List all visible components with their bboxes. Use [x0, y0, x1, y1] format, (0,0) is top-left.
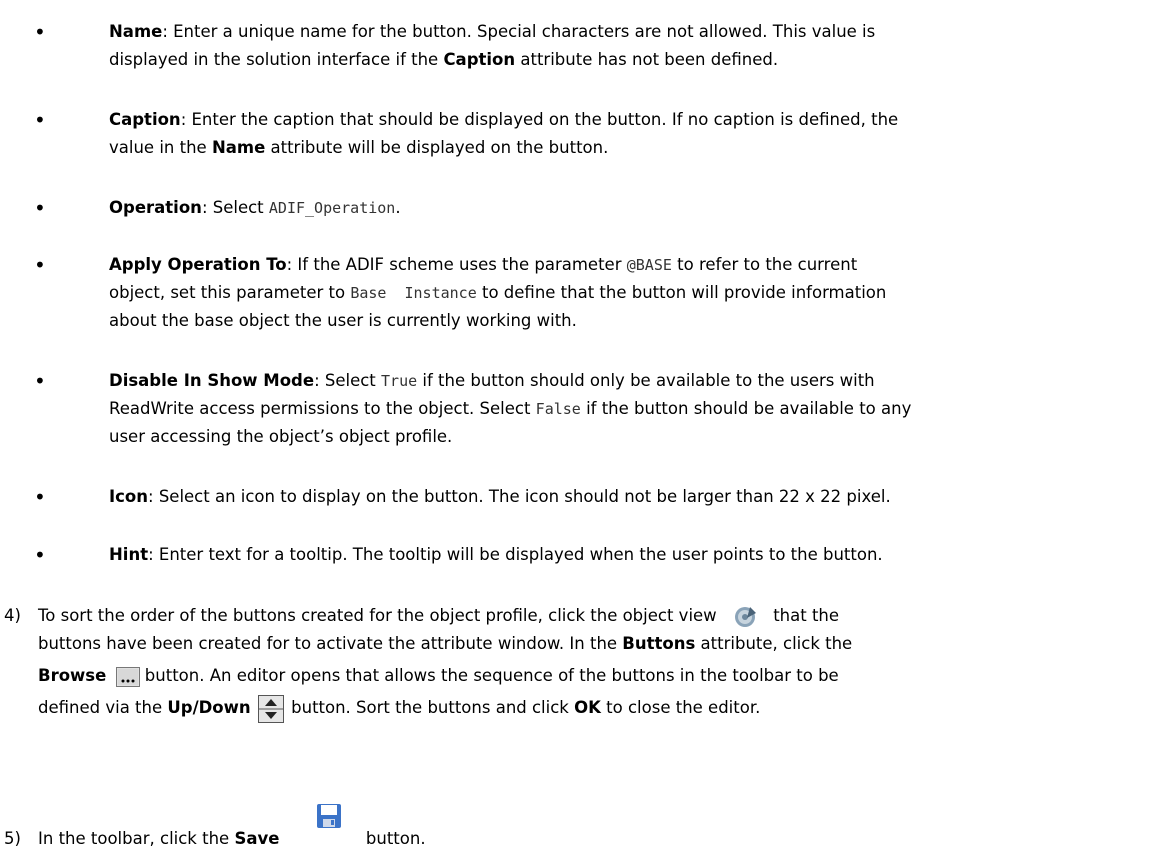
- bullet-dot: •: [34, 108, 46, 132]
- bullet-dot: •: [34, 543, 46, 567]
- bullet-dot: •: [34, 369, 46, 393]
- save-icon: [285, 803, 361, 854]
- list-item-operation: Operation: Select ADIF_Operation.: [109, 198, 401, 217]
- bullet-dot: •: [34, 253, 46, 277]
- bullet-dot: •: [34, 20, 46, 44]
- list-item-apply-operation-to: Apply Operation To: If the ADIF scheme u…: [109, 255, 887, 330]
- bullet-dot: •: [34, 485, 46, 509]
- object-view-icon: [728, 604, 762, 630]
- list-item-icon: Icon: Select an icon to display on the b…: [109, 487, 891, 506]
- browse-icon: [115, 666, 140, 687]
- bullet-dot: •: [34, 196, 46, 220]
- step-5: In the toolbar, click the Save button.: [38, 803, 426, 854]
- step-4: To sort the order of the buttons created…: [38, 602, 1138, 723]
- list-item-name: Name: Enter a unique name for the button…: [109, 22, 876, 69]
- list-item-caption: Caption: Enter the caption that should b…: [109, 110, 899, 157]
- list-item-disable-in-show-mode: Disable In Show Mode: Select True if the…: [109, 371, 912, 446]
- step-number: 5): [4, 829, 21, 848]
- up-down-icon: [257, 694, 284, 723]
- list-item-hint: Hint: Enter text for a tooltip. The tool…: [109, 545, 883, 564]
- step-number: 4): [4, 606, 21, 625]
